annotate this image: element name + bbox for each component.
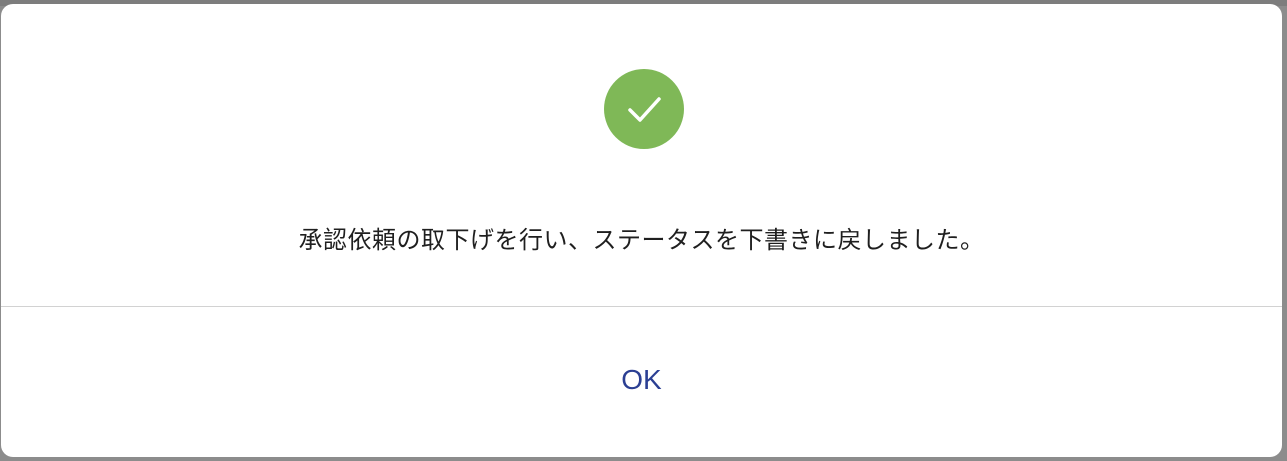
confirmation-dialog: 承認依頼の取下げを行い、ステータスを下書きに戻しました。 OK [1,4,1282,457]
check-circle-icon [604,69,684,149]
dialog-message: 承認依頼の取下げを行い、ステータスを下書きに戻しました。 [298,226,985,254]
ok-button[interactable]: OK [1,307,1282,457]
success-check-icon [603,68,685,150]
